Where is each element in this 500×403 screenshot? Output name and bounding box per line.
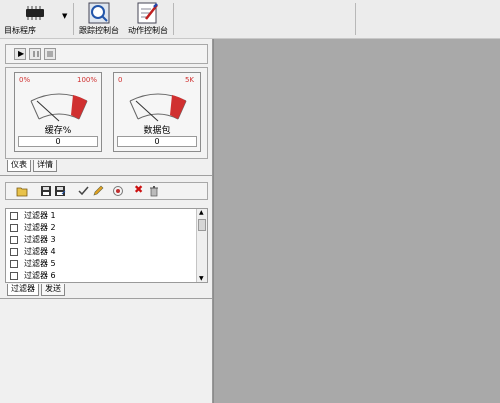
filter-label: 过滤器 6 (24, 271, 56, 280)
filter-label: 过滤器 1 (24, 211, 56, 220)
target-program-button[interactable]: ▼ 目标程序 (2, 0, 70, 38)
list-item[interactable]: 过滤器 4 (10, 246, 56, 258)
save-button[interactable] (40, 185, 52, 197)
meter-value: 0 (18, 136, 98, 147)
list-item[interactable]: 过滤器 6 (10, 270, 56, 282)
workspace-area (213, 39, 500, 403)
meter-name: 缓存% (44, 126, 72, 136)
playback-controls: ▶ (5, 44, 208, 64)
delete-button[interactable]: ✖ (133, 183, 145, 197)
check-list-icon (78, 186, 89, 196)
filter-label: 过滤器 5 (24, 259, 56, 268)
pencil-icon (93, 185, 104, 196)
save-as-button[interactable] (54, 185, 66, 197)
record-button[interactable] (112, 185, 124, 197)
filter-checkbox[interactable] (10, 212, 18, 220)
gauge-dial (129, 93, 187, 122)
filter-label: 过滤器 3 (24, 235, 56, 244)
trash-button[interactable] (148, 185, 160, 197)
dropdown-arrow-icon[interactable]: ▼ (62, 12, 67, 20)
meter-max-label: 100% (76, 76, 97, 84)
folder-open-icon (16, 187, 28, 197)
tab-details[interactable]: 详情 (33, 160, 57, 172)
toolbar-separator (355, 3, 356, 35)
action-console-icon (137, 2, 158, 24)
chip-icon (26, 6, 44, 20)
list-item[interactable]: 过滤器 2 (10, 222, 56, 234)
tab-meters[interactable]: 仪表 (7, 160, 31, 172)
save-as-icon (55, 186, 66, 196)
tab-send[interactable]: 发送 (41, 284, 65, 296)
tab-filters[interactable]: 过滤器 (7, 284, 39, 296)
list-item[interactable]: 过滤器 5 (10, 258, 56, 270)
delete-x-icon: ✖ (134, 183, 144, 196)
filter-list: 过滤器 1 过滤器 2 过滤器 3 过滤器 4 过滤器 5 过滤器 6 ▲ ▼ (5, 208, 208, 283)
action-console-label: 动作控制台 (128, 26, 168, 35)
trace-console-label: 跟踪控制台 (79, 26, 119, 35)
trace-console-icon (88, 2, 110, 24)
meter-tab-strip: 仪表 详情 (7, 160, 127, 172)
filter-checkbox[interactable] (10, 248, 18, 256)
play-button[interactable]: ▶ (14, 48, 26, 60)
list-item[interactable]: 过滤器 3 (10, 234, 56, 246)
meter-min-label: 0 (118, 76, 123, 84)
buffer-meter: 0% 100% 缓存% 0 (14, 72, 102, 152)
target-program-label: 目标程序 (4, 26, 36, 35)
save-icon (41, 186, 51, 196)
toolbar-separator (173, 3, 174, 35)
filter-checkbox[interactable] (10, 224, 18, 232)
meter-name: 数据包 (143, 126, 171, 136)
filter-tab-strip: 过滤器 发送 (7, 284, 127, 296)
meter-value: 0 (117, 136, 197, 147)
scroll-thumb[interactable] (198, 219, 206, 231)
filter-label: 过滤器 4 (24, 247, 56, 256)
list-item[interactable]: 过滤器 1 (10, 210, 56, 222)
pause-icon (33, 51, 39, 57)
stop-icon (47, 51, 53, 57)
scroll-down-icon[interactable]: ▼ (199, 275, 204, 282)
meters-area: 0% 100% 缓存% 0 0 5K 数据包 0 (5, 67, 208, 159)
open-folder-button[interactable] (16, 185, 28, 197)
action-console-button[interactable]: 动作控制台 (124, 0, 172, 38)
main-toolbar: ▼ 目标程序 跟踪控制台 动作控制台 (0, 0, 500, 39)
stop-button[interactable] (44, 48, 56, 60)
scroll-up-icon[interactable]: ▲ (199, 209, 204, 216)
filter-checkbox[interactable] (10, 272, 18, 280)
left-panel: ▶ 0% 100% 缓存% 0 0 5K 数据包 0 仪表 详情 ✖ 过滤器 1… (0, 39, 213, 403)
filter-toolbar: ✖ (5, 182, 208, 200)
check-filter-button[interactable] (78, 185, 90, 197)
panel-divider (0, 175, 212, 176)
meter-min-label: 0% (19, 76, 31, 84)
meter-max-label: 5K (184, 76, 194, 84)
play-icon: ▶ (18, 49, 25, 58)
filter-checkbox[interactable] (10, 260, 18, 268)
filter-checkbox[interactable] (10, 236, 18, 244)
packets-meter: 0 5K 数据包 0 (113, 72, 201, 152)
pause-button[interactable] (29, 48, 41, 60)
gauge-dial (30, 93, 88, 122)
trace-console-button[interactable]: 跟踪控制台 (75, 0, 123, 38)
trash-icon (150, 186, 158, 197)
filter-list-scrollbar[interactable]: ▲ ▼ (196, 209, 207, 282)
record-icon (113, 186, 123, 196)
toolbar-separator (73, 3, 74, 35)
edit-filter-button[interactable] (92, 185, 104, 197)
filter-label: 过滤器 2 (24, 223, 56, 232)
panel-divider (0, 298, 212, 299)
